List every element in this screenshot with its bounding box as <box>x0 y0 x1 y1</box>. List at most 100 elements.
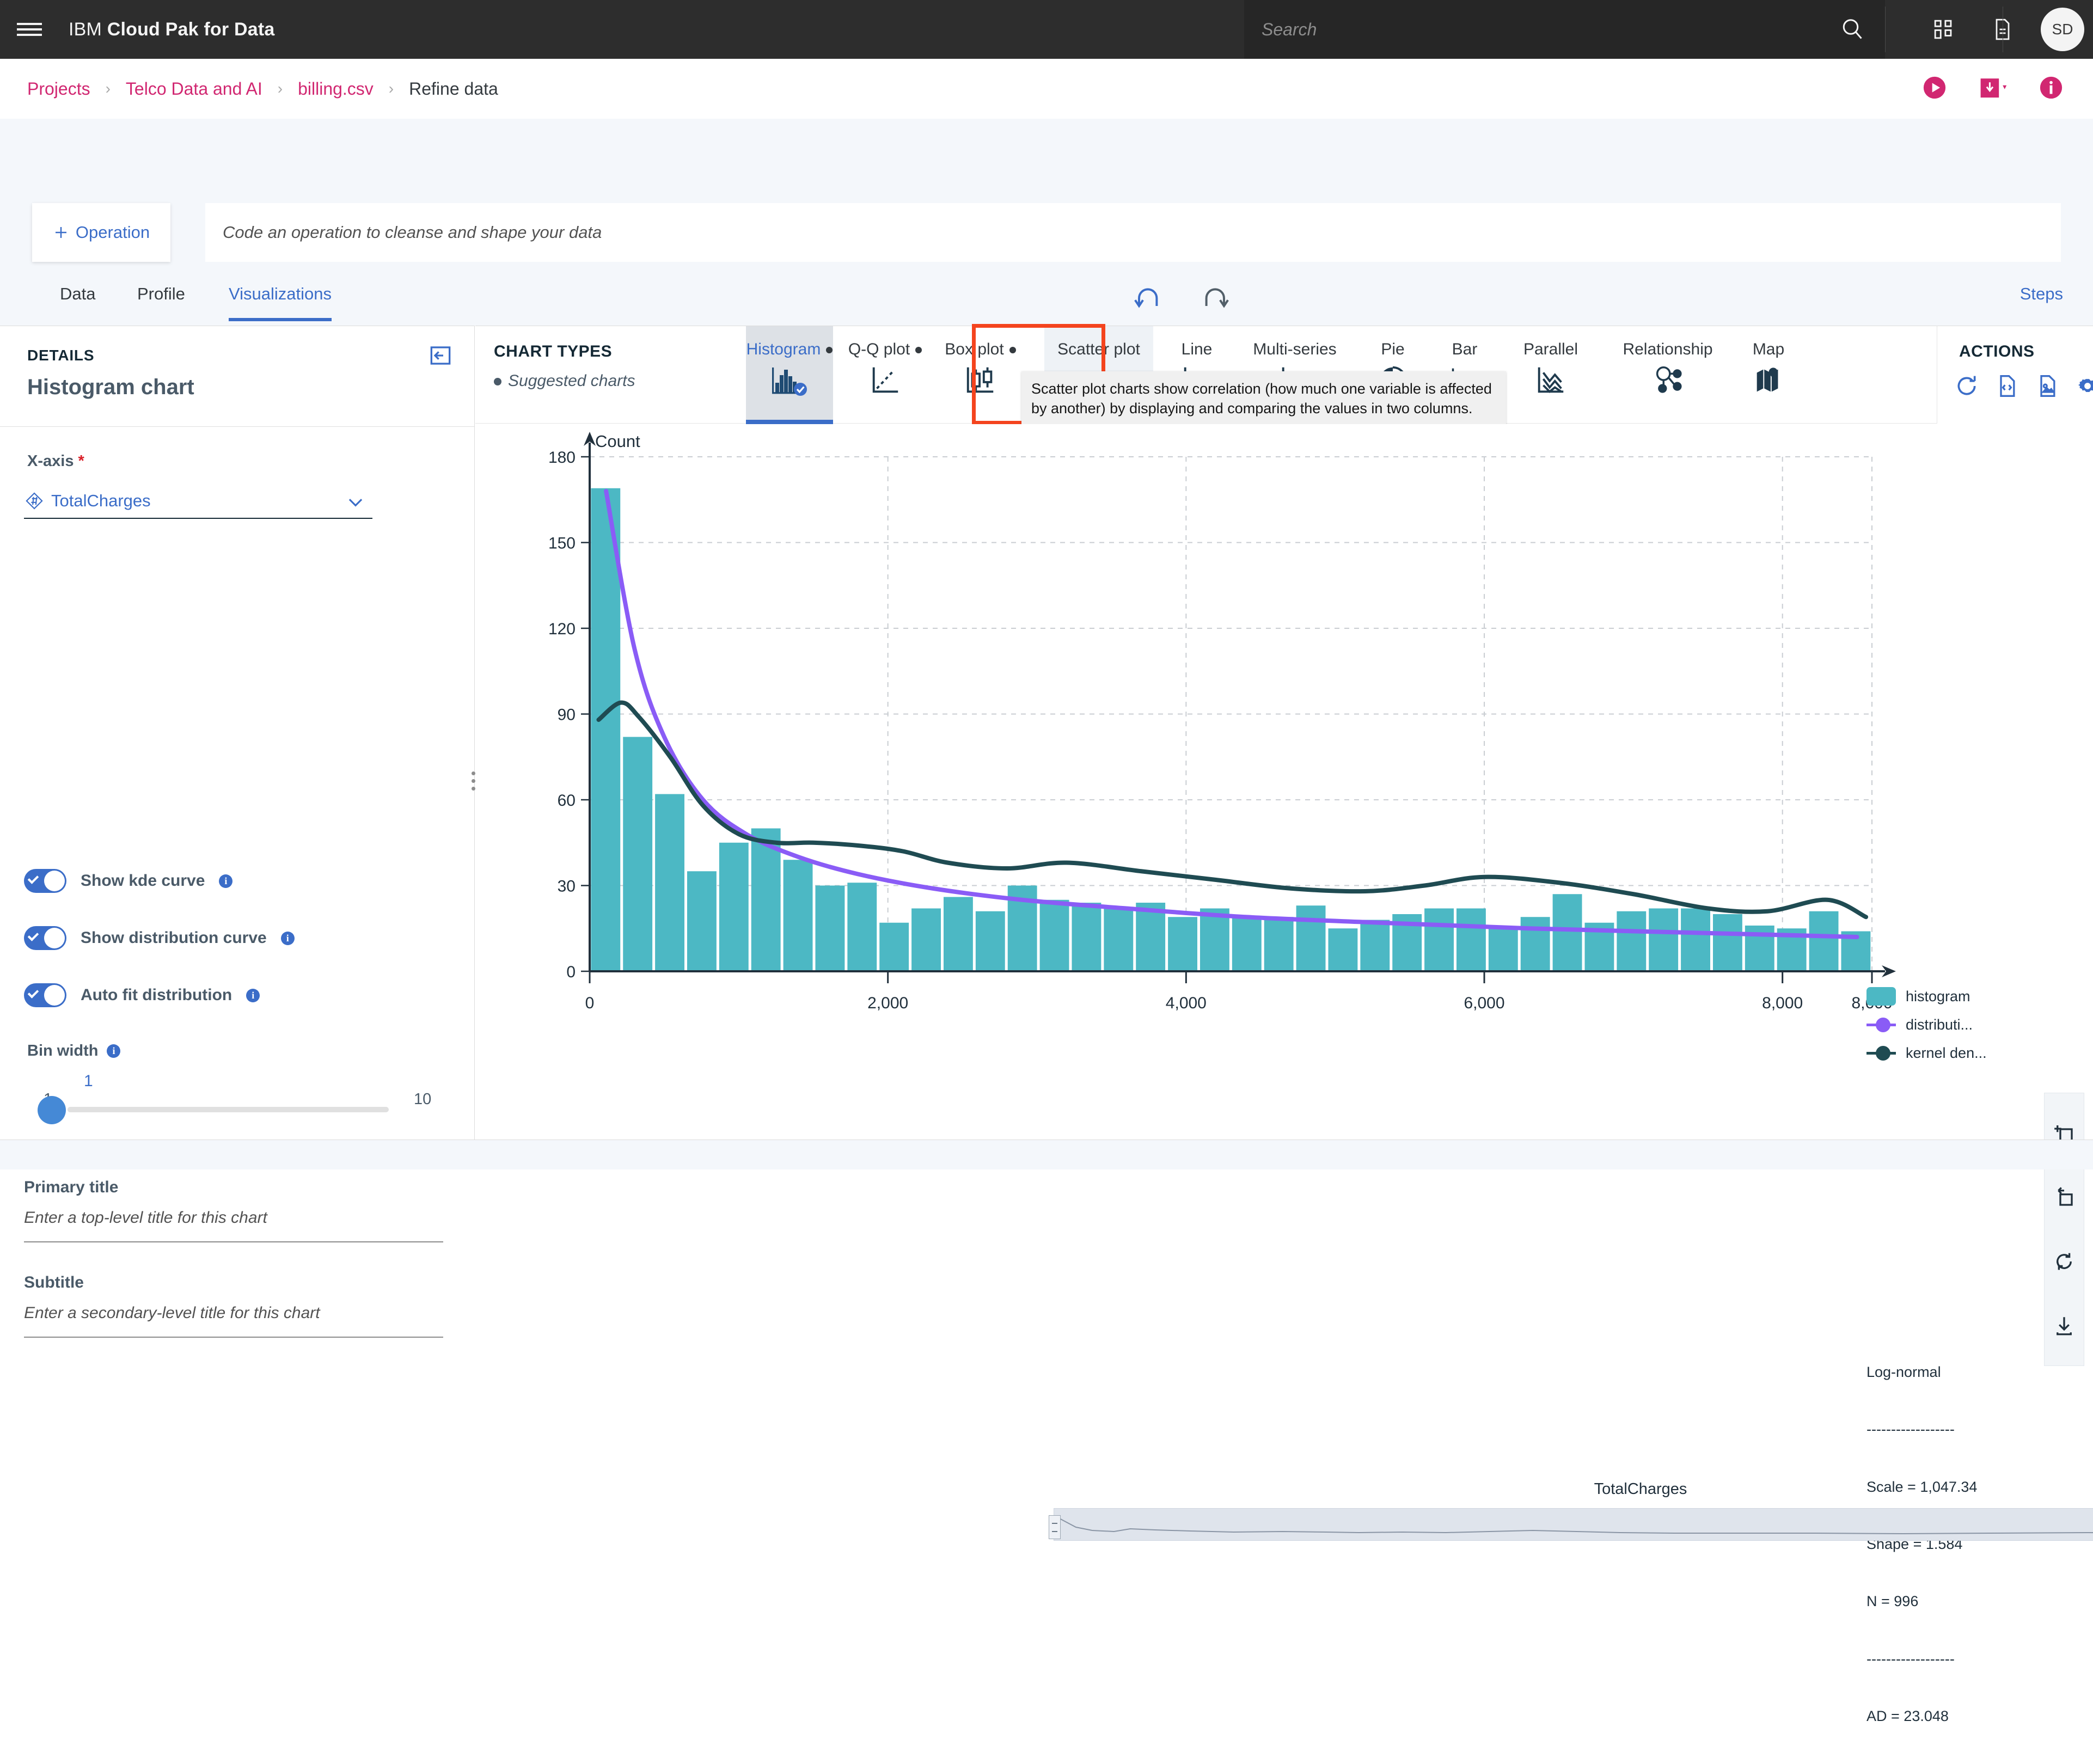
slider-max-label: 10 <box>414 1091 432 1108</box>
subtitle-field: Subtitle Enter a secondary-level title f… <box>24 1273 443 1338</box>
info-icon[interactable]: i <box>219 874 233 888</box>
subtitle-input[interactable]: Enter a secondary-level title for this c… <box>24 1304 443 1338</box>
info-icon[interactable]: i <box>107 1044 121 1058</box>
stats-n: N = 996 <box>1866 1593 1919 1610</box>
suggested-dot-icon <box>1009 347 1016 353</box>
chart-type-relationship[interactable]: Relationship <box>1605 326 1730 424</box>
histogram-bar <box>1649 908 1679 971</box>
bin-width-label-text: Bin width <box>27 1042 99 1059</box>
reset-zoom-icon[interactable] <box>2045 1229 2084 1294</box>
brand-prefix: IBM <box>69 19 102 40</box>
info-icon[interactable]: i <box>280 931 295 945</box>
search-input[interactable]: Search <box>1244 0 1885 59</box>
toggle-auto-fit-distribution[interactable] <box>24 983 66 1007</box>
chart-type-histogram[interactable]: Histogram <box>746 326 833 424</box>
legend-item-kernel-density[interactable]: kernel den... <box>1866 1039 1987 1067</box>
run-icon[interactable] <box>1922 75 1947 100</box>
range-slider-left-handle[interactable] <box>1049 1515 1061 1539</box>
undo-icon[interactable] <box>1133 286 1165 316</box>
legend-swatch-kernel-density <box>1866 1045 1896 1061</box>
slider-track[interactable] <box>68 1107 389 1112</box>
search-icon[interactable] <box>1839 16 1865 42</box>
range-slider-sparkline <box>1057 1517 2093 1535</box>
details-title: Histogram chart <box>27 375 194 399</box>
bin-width-slider[interactable]: 1 10 1 <box>24 1072 431 1143</box>
add-operation-label: Operation <box>75 223 150 242</box>
x-tick-label: 4,000 <box>1166 994 1207 1012</box>
required-asterisk: * <box>78 452 84 470</box>
relationship-icon <box>1605 363 1730 397</box>
histogram-bar <box>1232 917 1262 971</box>
legend-item-histogram[interactable]: histogram <box>1866 982 1987 1010</box>
toggle-show-distribution-curve[interactable] <box>24 926 66 950</box>
y-tick-label: 60 <box>558 792 576 810</box>
add-operation-button[interactable]: Operation <box>32 203 170 262</box>
chart-type-parallel[interactable]: Parallel <box>1504 326 1597 424</box>
xaxis-select[interactable]: TotalCharges <box>24 484 372 519</box>
apps-grid-icon[interactable] <box>1914 0 1973 59</box>
code-operation-input[interactable]: Code an operation to cleanse and shape y… <box>205 203 2061 262</box>
breadcrumb-item-project[interactable]: Telco Data and AI <box>126 79 262 99</box>
app-title: IBM Cloud Pak for Data <box>69 19 274 40</box>
histogram-bar <box>911 908 941 971</box>
gear-icon[interactable] <box>2076 374 2093 398</box>
box-plot-icon <box>935 363 1025 397</box>
chart-type-qq-plot[interactable]: Q-Q plot <box>840 326 930 424</box>
refresh-icon[interactable] <box>1955 374 1979 398</box>
breadcrumb-separator: › <box>105 80 111 97</box>
primary-title-input[interactable]: Enter a top-level title for this chart <box>24 1209 443 1242</box>
chart-type-label: Parallel <box>1523 340 1578 358</box>
download-icon[interactable] <box>2045 1294 2084 1358</box>
tab-profile[interactable]: Profile <box>137 277 185 326</box>
histogram-bar <box>975 911 1005 971</box>
info-icon[interactable]: i <box>246 988 260 1002</box>
toggle-show-kde-curve[interactable] <box>24 869 66 893</box>
legend-swatch-distribution <box>1866 1017 1896 1032</box>
suggested-dot-icon <box>826 347 833 353</box>
breadcrumb-item-projects[interactable]: Projects <box>27 79 90 99</box>
suggested-dot-icon <box>494 378 501 386</box>
menu-icon[interactable] <box>0 0 59 59</box>
collapse-panel-icon[interactable] <box>430 345 451 366</box>
details-panel: DETAILS Histogram chart X-axis * TotalCh… <box>0 326 475 1338</box>
redo-icon[interactable] <box>1198 286 1231 316</box>
histogram-bar <box>1328 928 1358 971</box>
y-tick-label: 0 <box>566 963 576 981</box>
legend-item-distribution[interactable]: distributi... <box>1866 1010 1987 1039</box>
legend-label: distributi... <box>1906 1016 1973 1033</box>
chart-type-label: Line <box>1181 340 1213 358</box>
histogram-chart: Count 0 30 60 90 120 150 180 0 2,000 4,000 6,000 8,0… <box>548 432 1896 1012</box>
code-file-icon[interactable] <box>1995 374 2019 398</box>
primary-title-field: Primary title Enter a top-level title fo… <box>24 1178 443 1242</box>
image-file-icon[interactable] <box>2035 374 2059 398</box>
steps-button[interactable]: Steps <box>2020 284 2063 304</box>
undo-selection-icon[interactable] <box>2045 1165 2084 1229</box>
save-dropdown-icon[interactable] <box>1978 75 2008 100</box>
histogram-bar <box>1456 908 1486 971</box>
histogram-bar <box>655 794 684 971</box>
y-tick-label: 150 <box>548 535 576 553</box>
toggle-label: Auto fit distribution <box>81 986 232 1004</box>
avatar[interactable]: SD <box>2041 8 2084 51</box>
chart-type-label: Multi-series <box>1253 340 1337 358</box>
slider-thumb[interactable] <box>38 1096 66 1124</box>
breadcrumb-item-file[interactable]: billing.csv <box>298 79 374 99</box>
chart-type-map[interactable]: Map <box>1736 326 1801 424</box>
info-icon[interactable] <box>2039 75 2064 100</box>
histogram-bar <box>1552 894 1582 971</box>
tab-data[interactable]: Data <box>60 277 95 326</box>
bottom-strip <box>0 1140 2093 1169</box>
histogram-bar <box>1072 903 1101 971</box>
chevron-down-icon[interactable] <box>345 492 366 512</box>
histogram-bar <box>1488 928 1518 971</box>
x-axis-title: TotalCharges <box>1594 1480 1687 1498</box>
suggested-charts-label: Suggested charts <box>508 372 635 390</box>
x-range-slider[interactable] <box>1049 1508 2093 1541</box>
tab-visualizations[interactable]: Visualizations <box>229 277 332 326</box>
y-tick-label: 180 <box>548 449 576 467</box>
chart-type-box-plot[interactable]: Box plot <box>935 326 1025 424</box>
scatter-plot-tooltip: Scatter plot charts show correlation (ho… <box>1021 371 1506 427</box>
histogram-bar <box>783 860 813 971</box>
actions-panel: ACTIONS <box>1937 326 2093 424</box>
histogram-bar <box>1681 908 1710 971</box>
